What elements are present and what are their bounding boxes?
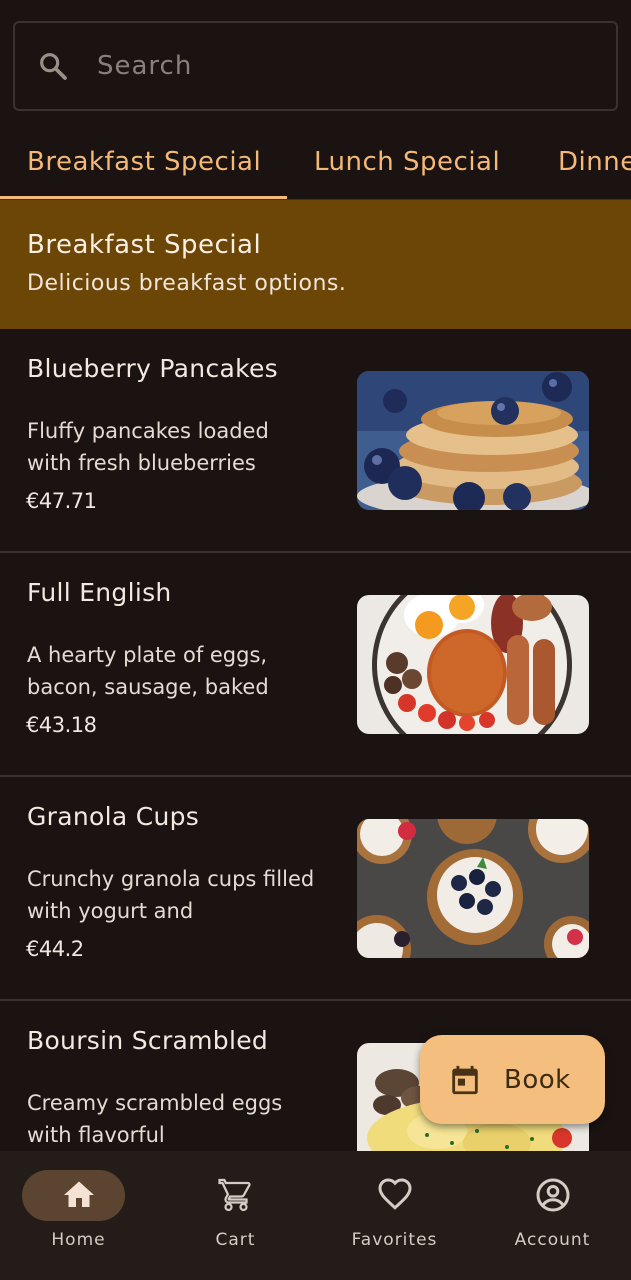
item-image-full-english[interactable]: [357, 595, 589, 734]
menu-item[interactable]: Granola Cups Crunchy granola cups filled…: [0, 777, 631, 1001]
item-image-blueberry-pancakes[interactable]: [357, 371, 589, 510]
category-banner: Breakfast Special Delicious breakfast op…: [0, 200, 631, 329]
item-name: Blueberry Pancakes: [27, 354, 279, 383]
nav-favorites[interactable]: Favorites: [316, 1151, 473, 1280]
item-description: Creamy scrambled eggs with flavorful: [27, 1091, 283, 1147]
item-price: €44.2: [26, 937, 84, 961]
bottom-navigation: Home Cart Favorites Account: [0, 1151, 631, 1280]
nav-favorites-label: Favorites: [351, 1230, 438, 1250]
tab-breakfast-special[interactable]: Breakfast Special: [27, 124, 261, 199]
home-icon: [63, 1181, 94, 1207]
item-price: €47.71: [26, 489, 97, 513]
item-name: Granola Cups: [27, 802, 200, 831]
book-button-label: Book: [504, 1064, 571, 1095]
calendar-icon: [452, 1065, 478, 1094]
nav-account-label: Account: [514, 1230, 591, 1250]
item-description: Crunchy granola cups filled with yogurt …: [27, 867, 315, 923]
item-name: Boursin Scrambled: [27, 1026, 269, 1055]
item-name: Full English: [27, 578, 172, 607]
search-bar[interactable]: [13, 21, 618, 111]
menu-item[interactable]: Full English A hearty plate of eggs, bac…: [0, 553, 631, 777]
item-description: A hearty plate of eggs, bacon, sausage, …: [27, 643, 269, 699]
menu-list[interactable]: Blueberry Pancakes Fluffy pancakes loade…: [0, 329, 631, 1151]
search-input[interactable]: [97, 51, 577, 81]
item-image-granola-cups[interactable]: [357, 819, 589, 958]
nav-cart[interactable]: Cart: [157, 1151, 314, 1280]
category-tabs: Breakfast Special Lunch Special Dinner S…: [0, 124, 631, 200]
menu-item[interactable]: Blueberry Pancakes Fluffy pancakes loade…: [0, 329, 631, 553]
search-icon: [40, 53, 67, 80]
item-description: Fluffy pancakes loaded with fresh bluebe…: [27, 419, 269, 475]
item-price: €43.18: [26, 713, 97, 737]
nav-cart-label: Cart: [215, 1230, 256, 1250]
nav-home[interactable]: Home: [0, 1151, 157, 1280]
account-icon: [536, 1178, 569, 1212]
tab-dinner-special[interactable]: Dinner Special: [558, 124, 631, 199]
cart-icon: [217, 1178, 251, 1212]
heart-icon: [377, 1178, 412, 1210]
book-button[interactable]: Book: [420, 1035, 605, 1124]
nav-home-label: Home: [51, 1230, 106, 1250]
banner-subtitle: Delicious breakfast options.: [27, 271, 347, 296]
nav-account[interactable]: Account: [474, 1151, 631, 1280]
tab-lunch-special[interactable]: Lunch Special: [314, 124, 500, 199]
banner-title: Breakfast Special: [27, 230, 262, 260]
